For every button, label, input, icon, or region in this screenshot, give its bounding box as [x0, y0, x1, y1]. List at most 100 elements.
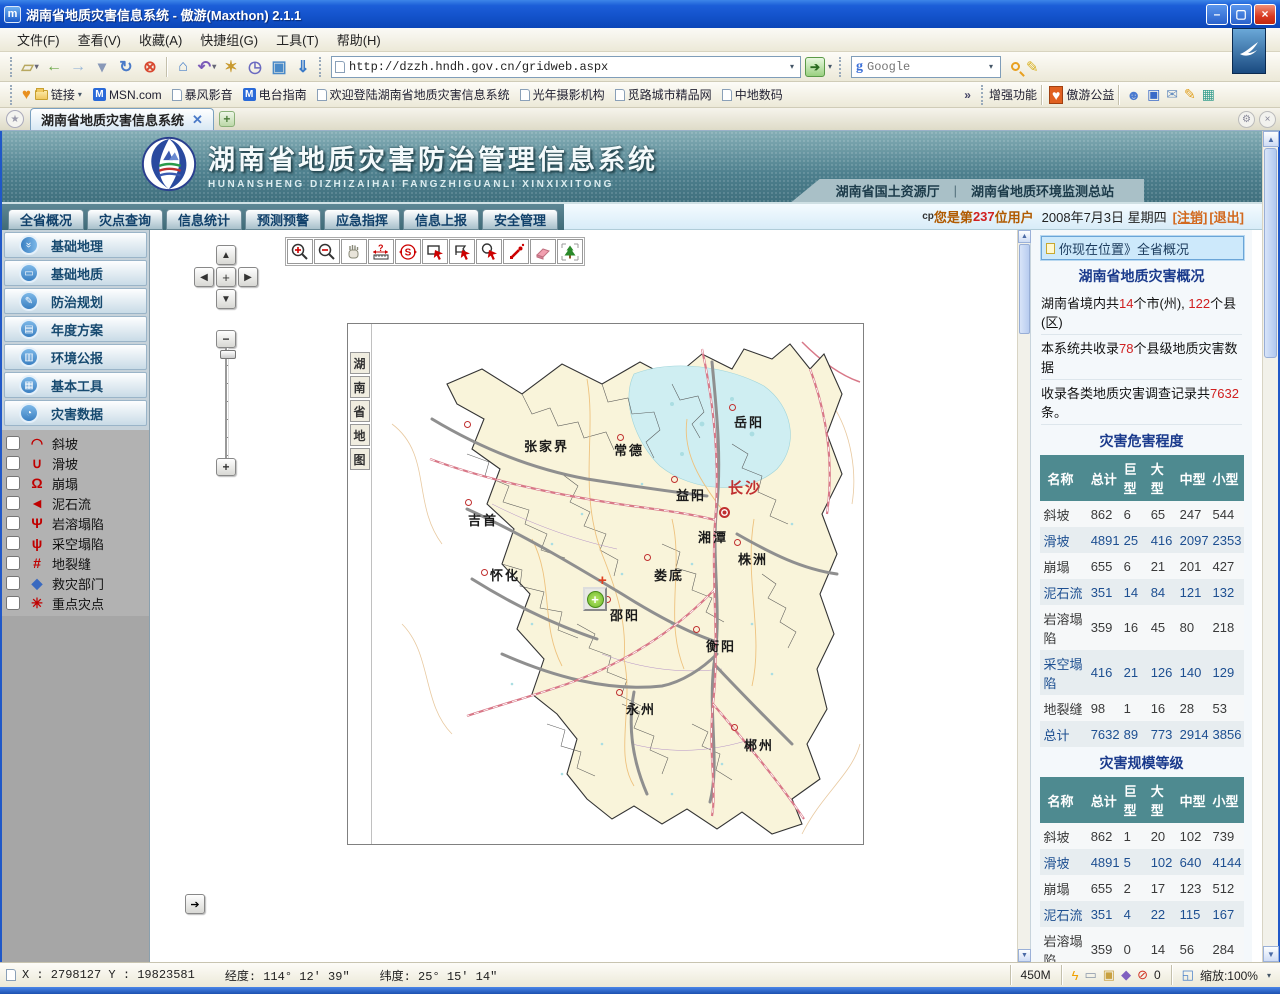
building-icon[interactable]: ▦	[1202, 86, 1215, 103]
capture-button[interactable]: ▣	[267, 55, 291, 79]
maximize-button[interactable]: ▢	[1230, 4, 1252, 25]
scroll-down-icon[interactable]: ▼	[1018, 949, 1031, 962]
close-button[interactable]: ×	[1254, 4, 1276, 25]
links-label[interactable]: 链接	[51, 86, 75, 103]
tools-wrench-icon[interactable]: ⚙	[1238, 111, 1255, 128]
search-input[interactable]	[867, 60, 986, 74]
nav-tab-1[interactable]: 灾点查询	[87, 209, 163, 230]
link-item-0[interactable]: MMSN.com	[93, 88, 162, 102]
window-panel-icon[interactable]: ▣	[1147, 86, 1160, 103]
scrollbar-thumb[interactable]	[1019, 244, 1030, 334]
new-tab-button[interactable]: +	[219, 111, 235, 127]
magic-fill-button[interactable]: ✶	[219, 55, 243, 79]
dropdown-caret-icon[interactable]: ▾	[212, 62, 216, 71]
scroll-up-icon[interactable]: ▲	[1263, 131, 1279, 147]
active-tab[interactable]: 湖南省地质灾害信息系统 ✕	[30, 108, 214, 130]
full-extent-button[interactable]	[557, 239, 583, 264]
browser-scrollbar[interactable]: ▲ ▼	[1262, 131, 1278, 962]
layer-checkbox-0[interactable]	[6, 436, 20, 450]
pan-left-button[interactable]: ◀	[194, 267, 214, 287]
search-engine-dropdown-icon[interactable]: ▾	[986, 62, 996, 71]
zoom-level[interactable]: 缩放:100%	[1200, 967, 1258, 984]
measure-button[interactable]: ?	[368, 239, 394, 264]
zoom-plus-button[interactable]: +	[216, 458, 236, 476]
history-button[interactable]: ◷	[243, 55, 267, 79]
resize-icon[interactable]: ◱	[1182, 967, 1194, 983]
close-tabs-icon[interactable]: ×	[1259, 111, 1276, 128]
new-page-button[interactable]: ▱▾	[18, 55, 42, 79]
map-logo-button[interactable]: +	[583, 587, 607, 611]
popup-blocker-icon[interactable]: ⊘	[1137, 967, 1148, 983]
undo-button[interactable]: ↶▾	[195, 55, 219, 79]
charity-label[interactable]: 傲游公益	[1066, 86, 1114, 103]
org-link-geo-monitoring[interactable]: 湖南省地质环境监测总站	[971, 181, 1114, 200]
links-dropdown-icon[interactable]: ▾	[75, 90, 85, 99]
links-overflow-icon[interactable]: »	[964, 88, 971, 102]
nav-tab-5[interactable]: 信息上报	[403, 209, 479, 230]
exit-link[interactable]: [退出]	[1209, 207, 1244, 226]
scroll-down-icon[interactable]: ▼	[1263, 946, 1279, 962]
dropdown-caret-icon[interactable]: ▾	[35, 62, 39, 71]
nav-tab-2[interactable]: 信息统计	[166, 209, 242, 230]
eraser-button[interactable]	[530, 239, 556, 264]
menu-item-2[interactable]: 收藏(A)	[130, 28, 191, 51]
pan-up-button[interactable]: ▲	[216, 245, 236, 265]
layer-checkbox-8[interactable]	[6, 596, 20, 610]
filter-diamond-icon[interactable]: ◆	[1121, 967, 1131, 983]
pan-center-button[interactable]: +	[216, 267, 236, 287]
boost-lightning-icon[interactable]: ϟ	[1072, 968, 1079, 983]
zoom-minus-button[interactable]: −	[216, 330, 236, 348]
go-button[interactable]: ➔	[805, 57, 825, 77]
sidebar-item-3[interactable]: ▤年度方案	[4, 316, 147, 342]
nav-tab-6[interactable]: 安全管理	[482, 209, 558, 230]
point-select-button[interactable]	[503, 239, 529, 264]
scroll-up-icon[interactable]: ▲	[1018, 230, 1031, 243]
panel-toggle-button[interactable]: ➔	[185, 894, 205, 914]
layer-checkbox-6[interactable]	[6, 556, 20, 570]
zoom-dropdown-icon[interactable]: ▾	[1264, 971, 1274, 980]
logout-link[interactable]: [注销]	[1173, 207, 1208, 226]
link-item-4[interactable]: 光年摄影机构	[520, 86, 605, 103]
nav-tab-4[interactable]: 应急指挥	[324, 209, 400, 230]
pens-icon[interactable]: ✎	[1184, 86, 1196, 103]
layer-checkbox-3[interactable]	[6, 496, 20, 510]
link-item-1[interactable]: 暴风影音	[172, 86, 233, 103]
go-dropdown-icon[interactable]: ▾	[825, 62, 835, 71]
proxy-icon[interactable]: ▭	[1084, 967, 1096, 983]
sidebar-item-2[interactable]: ✎防治规划	[4, 288, 147, 314]
stop-button[interactable]: ⊗	[138, 55, 162, 79]
link-item-5[interactable]: 觅路城市精品网	[615, 86, 712, 103]
zoom-slider-handle[interactable]	[220, 350, 236, 359]
charity-heart-icon[interactable]: ♥	[1049, 86, 1063, 104]
new-window-icon[interactable]: ▣	[1103, 967, 1115, 983]
circle-select-button[interactable]	[476, 239, 502, 264]
layer-checkbox-2[interactable]	[6, 476, 20, 490]
sidebar-item-5[interactable]: ▦基本工具	[4, 372, 147, 398]
menu-item-4[interactable]: 工具(T)	[267, 28, 328, 51]
minimize-button[interactable]: –	[1206, 4, 1228, 25]
link-item-3[interactable]: 欢迎登陆湖南省地质灾害信息系统	[317, 86, 510, 103]
favorites-heart-icon[interactable]: ♥	[22, 86, 31, 103]
extensions-label[interactable]: 增强功能	[989, 86, 1037, 103]
highlight-icon[interactable]: ✎	[1026, 58, 1039, 76]
layer-checkbox-4[interactable]	[6, 516, 20, 530]
star-icon[interactable]: ★	[6, 110, 24, 128]
feedback-icon[interactable]: ✉	[1166, 86, 1178, 103]
menu-item-0[interactable]: 文件(F)	[8, 28, 69, 51]
nav-tab-3[interactable]: 预测预警	[245, 209, 321, 230]
search-icon[interactable]	[1011, 62, 1020, 71]
layer-checkbox-7[interactable]	[6, 576, 20, 590]
pan-right-button[interactable]: ▶	[238, 267, 258, 287]
user-icon[interactable]: ☻	[1126, 87, 1141, 103]
org-link-land-resources[interactable]: 湖南省国土资源厅	[836, 181, 940, 200]
scale-button[interactable]: S	[395, 239, 421, 264]
zoom-in-button[interactable]	[287, 239, 313, 264]
nav-tab-0[interactable]: 全省概况	[8, 209, 84, 230]
url-dropdown-icon[interactable]: ▾	[787, 62, 797, 71]
menu-item-1[interactable]: 查看(V)	[69, 28, 130, 51]
menu-item-5[interactable]: 帮助(H)	[328, 28, 390, 51]
refresh-button[interactable]: ↻	[114, 55, 138, 79]
pan-button[interactable]	[341, 239, 367, 264]
home-button[interactable]: ⌂	[171, 55, 195, 79]
polygon-select-button[interactable]	[449, 239, 475, 264]
